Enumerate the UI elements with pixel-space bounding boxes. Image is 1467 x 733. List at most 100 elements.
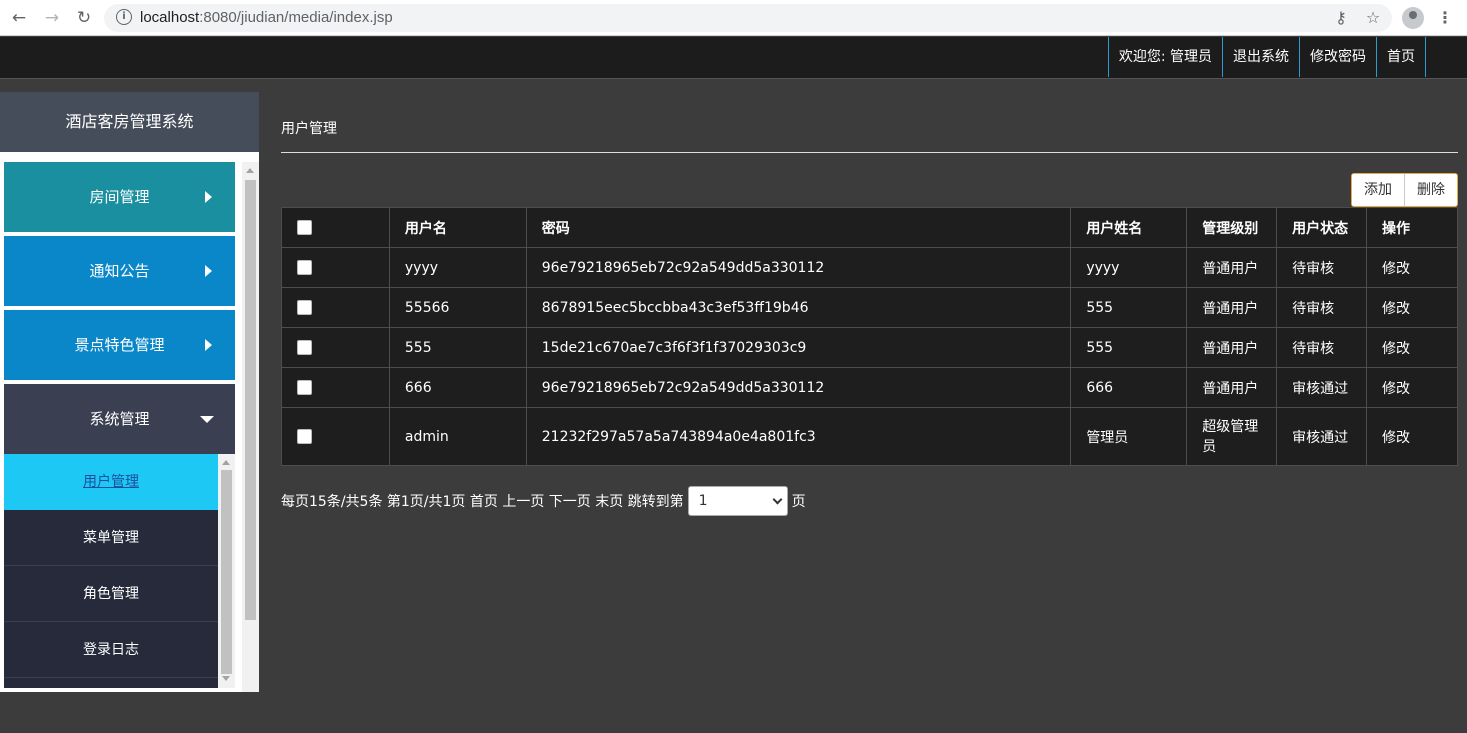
edit-link[interactable]: 修改	[1366, 287, 1458, 328]
table-row: yyyy 96e79218965eb72c92a549dd5a330112 yy…	[281, 247, 1458, 288]
sidebar-scroll-thumb[interactable]	[245, 180, 256, 620]
realname-cell: 555	[1070, 327, 1188, 368]
sidebar-item-attractions[interactable]: 景点特色管理	[4, 310, 235, 380]
column-header: 用户名	[388, 207, 527, 248]
username-cell: 666	[388, 367, 527, 408]
status-cell: 待审核	[1276, 287, 1368, 328]
logout-link[interactable]: 退出系统	[1222, 37, 1299, 77]
submenu-item-menus[interactable]: 菜单管理	[4, 510, 218, 566]
users-table: 用户名 密码 用户姓名 管理级别 用户状态 操作 yyyy 96e7921896…	[281, 207, 1458, 466]
system-title: 酒店客房管理系统	[0, 92, 259, 152]
username-cell: yyyy	[388, 247, 527, 288]
realname-cell: 555	[1070, 287, 1188, 328]
level-cell: 普通用户	[1186, 287, 1278, 328]
scroll-up-icon[interactable]	[222, 460, 230, 465]
table-row: 666 96e79218965eb72c92a549dd5a330112 666…	[281, 367, 1458, 408]
table-row: 555 15de21c670ae7c3f6f3f1f37029303c9 555…	[281, 327, 1458, 368]
edit-link[interactable]: 修改	[1366, 247, 1458, 288]
header-select-cell	[281, 207, 390, 248]
edit-link[interactable]: 修改	[1366, 367, 1458, 408]
pagination-suffix: 页	[791, 494, 806, 510]
edit-link[interactable]: 修改	[1366, 407, 1458, 466]
address-bar[interactable]: i localhost:8080/jiudian/media/index.jsp	[104, 4, 1392, 32]
back-icon[interactable]: ←	[9, 8, 29, 28]
add-button[interactable]: 添加	[1352, 174, 1404, 206]
username-cell: 55566	[388, 287, 527, 328]
profile-avatar[interactable]	[1402, 7, 1424, 29]
password-cell: 96e79218965eb72c92a549dd5a330112	[525, 367, 1072, 408]
action-toolbar: 添加 删除	[1351, 173, 1458, 207]
level-cell: 普通用户	[1186, 327, 1278, 368]
scroll-up-icon[interactable]	[246, 168, 254, 173]
chevron-right-icon	[205, 265, 212, 277]
page-select-value: 1	[698, 493, 708, 509]
chevron-down-icon	[772, 494, 783, 505]
table-header-row: 用户名 密码 用户姓名 管理级别 用户状态 操作	[281, 207, 1458, 248]
password-cell: 8678915eec5bccbba43c3ef53ff19b46	[525, 287, 1072, 328]
username-cell: admin	[388, 407, 527, 466]
edit-link[interactable]: 修改	[1366, 327, 1458, 368]
column-header: 用户状态	[1276, 207, 1368, 248]
submenu-item-users[interactable]: 用户管理	[4, 454, 218, 510]
submenu-scrollbar[interactable]	[218, 454, 235, 688]
realname-cell: yyyy	[1070, 247, 1188, 288]
row-checkbox[interactable]	[297, 260, 312, 275]
status-cell: 待审核	[1276, 327, 1368, 368]
reload-icon[interactable]: ↻	[74, 8, 94, 28]
sidebar-item-label: 通知公告	[89, 262, 150, 280]
username-cell: 555	[388, 327, 527, 368]
star-icon[interactable]: ☆	[1363, 8, 1383, 28]
column-header: 密码	[525, 207, 1072, 248]
column-header: 管理级别	[1186, 207, 1278, 248]
column-header: 用户姓名	[1070, 207, 1188, 248]
realname-cell: 管理员	[1070, 407, 1188, 466]
home-link[interactable]: 首页	[1376, 37, 1426, 77]
sidebar-item-label: 景点特色管理	[74, 336, 165, 354]
realname-cell: 666	[1070, 367, 1188, 408]
top-header: 欢迎您: 管理员 退出系统 修改密码 首页	[0, 37, 1467, 79]
pagination-text: 每页15条/共5条 第1页/共1页 首页 上一页 下一页 末页 跳转到第	[281, 494, 684, 510]
browser-toolbar: ← → ↻ i localhost:8080/jiudian/media/ind…	[0, 0, 1467, 36]
password-cell: 15de21c670ae7c3f6f3f1f37029303c9	[525, 327, 1072, 368]
select-all-checkbox[interactable]	[297, 220, 312, 235]
page-jump-select[interactable]: 1	[687, 486, 788, 516]
row-checkbox[interactable]	[297, 300, 312, 315]
column-header: 操作	[1366, 207, 1458, 248]
title-divider	[281, 152, 1458, 153]
chevron-right-icon	[205, 339, 212, 351]
change-password-link[interactable]: 修改密码	[1299, 37, 1376, 77]
sidebar-item-label: 房间管理	[89, 188, 150, 206]
submenu-item-roles[interactable]: 角色管理	[4, 566, 218, 622]
level-cell: 普通用户	[1186, 247, 1278, 288]
table-row: admin 21232f297a57a5a743894a0e4a801fc3 管…	[281, 407, 1458, 466]
sidebar-item-notices[interactable]: 通知公告	[4, 236, 235, 306]
level-cell: 超级管理员	[1186, 407, 1278, 466]
welcome-text: 欢迎您: 管理员	[1107, 37, 1222, 77]
submenu-scroll-thumb[interactable]	[221, 470, 232, 674]
more-icon[interactable]: ⋮	[1435, 8, 1455, 28]
row-checkbox[interactable]	[297, 340, 312, 355]
sidebar-item-rooms[interactable]: 房间管理	[4, 162, 235, 232]
row-checkbox[interactable]	[297, 380, 312, 395]
page-title: 用户管理	[281, 121, 337, 137]
sidebar-item-system[interactable]: 系统管理	[4, 384, 235, 454]
row-checkbox[interactable]	[297, 429, 312, 444]
sidebar-scrollbar[interactable]	[242, 162, 259, 692]
header-links: 欢迎您: 管理员 退出系统 修改密码 首页	[1107, 37, 1426, 77]
delete-button[interactable]: 删除	[1404, 174, 1457, 206]
forward-icon[interactable]: →	[42, 8, 62, 28]
system-submenu: 用户管理 菜单管理 角色管理 登录日志	[4, 454, 218, 688]
chevron-down-icon	[200, 416, 214, 423]
level-cell: 普通用户	[1186, 367, 1278, 408]
status-cell: 待审核	[1276, 247, 1368, 288]
key-icon[interactable]: ⚷	[1331, 8, 1351, 28]
submenu-item-login-log[interactable]: 登录日志	[4, 622, 218, 678]
scroll-down-icon[interactable]	[222, 676, 230, 681]
info-icon[interactable]: i	[116, 9, 132, 25]
status-cell: 审核通过	[1276, 407, 1368, 466]
password-cell: 96e79218965eb72c92a549dd5a330112	[525, 247, 1072, 288]
table-row: 55566 8678915eec5bccbba43c3ef53ff19b46 5…	[281, 287, 1458, 328]
chevron-right-icon	[205, 191, 212, 203]
url-text: localhost:8080/jiudian/media/index.jsp	[140, 9, 393, 26]
status-cell: 审核通过	[1276, 367, 1368, 408]
